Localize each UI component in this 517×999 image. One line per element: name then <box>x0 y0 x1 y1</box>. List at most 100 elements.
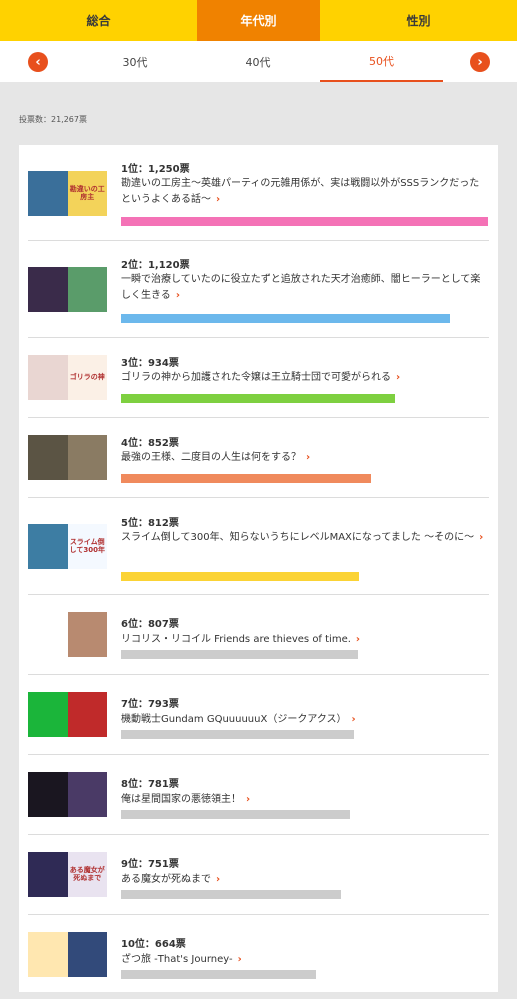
anime-title-link[interactable]: スライム倒して300年、知らないうちにレベルMAXになってました ～そのに～ › <box>121 530 488 546</box>
thumbnail-logo <box>67 435 107 480</box>
anime-title-link[interactable]: リコリス・リコイル Friends are thieves of time. › <box>121 632 488 648</box>
tab-30s[interactable]: 30代 <box>75 41 195 82</box>
anime-title-link[interactable]: 勘違いの工房主～英雄パーティの元雑用係が、実は戦闘以外がSSSランクだったという… <box>121 176 488 208</box>
rank-votes: 9位：751票 <box>121 859 179 870</box>
thumbnail-logo: ゴリラの神 <box>67 355 107 400</box>
anime-thumbnail <box>28 692 107 737</box>
tab-by-gender[interactable]: 性別 <box>320 0 517 41</box>
anime-title: 勘違いの工房主～英雄パーティの元雑用係が、実は戦闘以外がSSSランクだったという… <box>121 178 480 205</box>
ranking-item[interactable]: ある魔女が死ぬまで 9位：751票 ある魔女が死ぬまで › <box>28 835 489 915</box>
ranking-item[interactable]: 8位：781票俺は星間国家の悪徳領主！ › <box>28 755 489 835</box>
chevron-right-icon: › <box>396 372 401 383</box>
anime-thumbnail <box>28 267 107 312</box>
rank-votes: 3位：934票 <box>121 358 179 369</box>
thumbnail-key-visual <box>28 435 68 480</box>
ranking-item[interactable]: 4位：852票最強の王様、二度目の人生は何をする？ › <box>28 418 489 498</box>
thumbnail-logo: 勘違いの工房主 <box>67 171 107 216</box>
anime-title: ある魔女が死ぬまで <box>121 874 211 885</box>
anime-thumbnail <box>28 772 107 817</box>
anime-title: ざつ旅 -That's Journey- <box>121 954 233 965</box>
rank-votes: 10位：664票 <box>121 939 186 950</box>
chevron-right-icon: › <box>237 954 242 965</box>
thumbnail-key-visual <box>28 932 68 977</box>
anime-title-link[interactable]: ある魔女が死ぬまで › <box>121 872 488 888</box>
thumbnail-logo: ある魔女が死ぬまで <box>67 852 107 897</box>
anime-thumbnail: スライム倒して300年 <box>28 524 107 569</box>
thumbnail-key-visual <box>28 612 68 657</box>
chevron-right-icon: › <box>246 794 251 805</box>
rank-votes: 2位：1,120票 <box>121 260 190 271</box>
vote-bar <box>121 314 450 323</box>
ranking-item[interactable]: ゴリラの神 3位：934票ゴリラの神から加護された令嬢は王立騎士団で可愛がられる › <box>28 338 489 418</box>
vote-bar <box>121 650 358 659</box>
chevron-right-icon: › <box>479 532 484 543</box>
vote-count: 投票数：21,267票 <box>19 115 87 124</box>
tab-overall[interactable]: 総合 <box>0 0 197 41</box>
ranking-item[interactable]: 勘違いの工房主 1位：1,250票勘違いの工房主～英雄パーティの元雑用係が、実は戦… <box>28 145 489 241</box>
tab-40s[interactable]: 40代 <box>198 41 318 82</box>
chevron-right-icon: › <box>351 714 356 725</box>
anime-thumbnail <box>28 435 107 480</box>
anime-title-link[interactable]: 俺は星間国家の悪徳領主！ › <box>121 792 488 808</box>
anime-title: 俺は星間国家の悪徳領主！ <box>121 794 241 805</box>
tab-by-age[interactable]: 年代別 <box>197 0 320 41</box>
anime-title: 最強の王様、二度目の人生は何をする？ <box>121 452 301 463</box>
vote-bar <box>121 890 341 899</box>
category-tabs: 総合 年代別 性別 <box>0 0 517 41</box>
vote-bar <box>121 970 316 979</box>
thumbnail-logo <box>67 267 107 312</box>
thumbnail-key-visual <box>28 355 68 400</box>
anime-title: リコリス・リコイル Friends are thieves of time. <box>121 634 351 645</box>
anime-title-link[interactable]: 機動戦士Gundam GQuuuuuuX（ジークアクス） › <box>121 712 488 728</box>
anime-title: ゴリラの神から加護された令嬢は王立騎士団で可愛がられる <box>121 372 391 383</box>
anime-thumbnail: 勘違いの工房主 <box>28 171 107 216</box>
rank-votes: 1位：1,250票 <box>121 164 190 175</box>
anime-title-link[interactable]: 一瞬で治療していたのに役立たずと追放された天才治癒師、闇ヒーラーとして楽しく生き… <box>121 272 488 304</box>
vote-bar <box>121 394 395 403</box>
thumbnail-key-visual <box>28 524 68 569</box>
anime-thumbnail: ある魔女が死ぬまで <box>28 852 107 897</box>
anime-title-link[interactable]: ざつ旅 -That's Journey- › <box>121 952 488 968</box>
thumbnail-logo: スライム倒して300年 <box>67 524 107 569</box>
chevron-right-icon: › <box>355 634 361 645</box>
rank-votes: 8位：781票 <box>121 779 179 790</box>
chevron-right-icon: › <box>216 194 221 205</box>
ranking-list: 勘違いの工房主 1位：1,250票勘違いの工房主～英雄パーティの元雑用係が、実は戦… <box>19 145 498 992</box>
chevron-left-icon[interactable]: ‹ <box>28 52 48 72</box>
anime-thumbnail <box>28 932 107 977</box>
tab-50s[interactable]: 50代 <box>320 41 443 82</box>
thumbnail-logo <box>67 932 107 977</box>
chevron-right-icon: › <box>175 290 180 301</box>
thumbnail-key-visual <box>28 692 68 737</box>
vote-bar <box>121 572 359 581</box>
rank-votes: 4位：852票 <box>121 438 179 449</box>
thumbnail-key-visual <box>28 171 68 216</box>
chevron-right-icon: › <box>306 452 311 463</box>
vote-bar <box>121 810 350 819</box>
anime-thumbnail: ゴリラの神 <box>28 355 107 400</box>
thumbnail-logo <box>67 612 107 657</box>
rank-votes: 5位：812票 <box>121 518 179 529</box>
age-tabs: ‹ 30代 40代 50代 › <box>0 41 517 82</box>
vote-bar <box>121 217 488 226</box>
anime-title: スライム倒して300年、知らないうちにレベルMAXになってました ～そのに～ <box>121 532 475 543</box>
chevron-right-icon: › <box>216 874 221 885</box>
ranking-item[interactable]: 6位：807票リコリス・リコイル Friends are thieves of … <box>28 595 489 675</box>
anime-title: 一瞬で治療していたのに役立たずと追放された天才治癒師、闇ヒーラーとして楽しく生き… <box>121 274 481 301</box>
thumbnail-key-visual <box>28 852 68 897</box>
rank-votes: 6位：807票 <box>121 619 179 630</box>
anime-title-link[interactable]: ゴリラの神から加護された令嬢は王立騎士団で可愛がられる › <box>121 370 488 386</box>
chevron-right-icon[interactable]: › <box>470 52 490 72</box>
vote-bar <box>121 474 371 483</box>
anime-title: 機動戦士Gundam GQuuuuuuX（ジークアクス） <box>121 714 347 725</box>
ranking-item[interactable]: 10位：664票ざつ旅 -That's Journey- › <box>28 915 489 992</box>
ranking-item[interactable]: 2位：1,120票一瞬で治療していたのに役立たずと追放された天才治癒師、闇ヒーラ… <box>28 241 489 338</box>
rank-votes: 7位：793票 <box>121 699 179 710</box>
thumbnail-key-visual <box>28 267 68 312</box>
thumbnail-logo <box>67 772 107 817</box>
anime-title-link[interactable]: 最強の王様、二度目の人生は何をする？ › <box>121 450 488 466</box>
thumbnail-logo <box>67 692 107 737</box>
thumbnail-key-visual <box>28 772 68 817</box>
ranking-item[interactable]: スライム倒して300年 5位：812票 スライム倒して300年、知らないうちにレベル… <box>28 498 489 595</box>
ranking-item[interactable]: 7位：793票機動戦士Gundam GQuuuuuuX（ジークアクス） › <box>28 675 489 755</box>
